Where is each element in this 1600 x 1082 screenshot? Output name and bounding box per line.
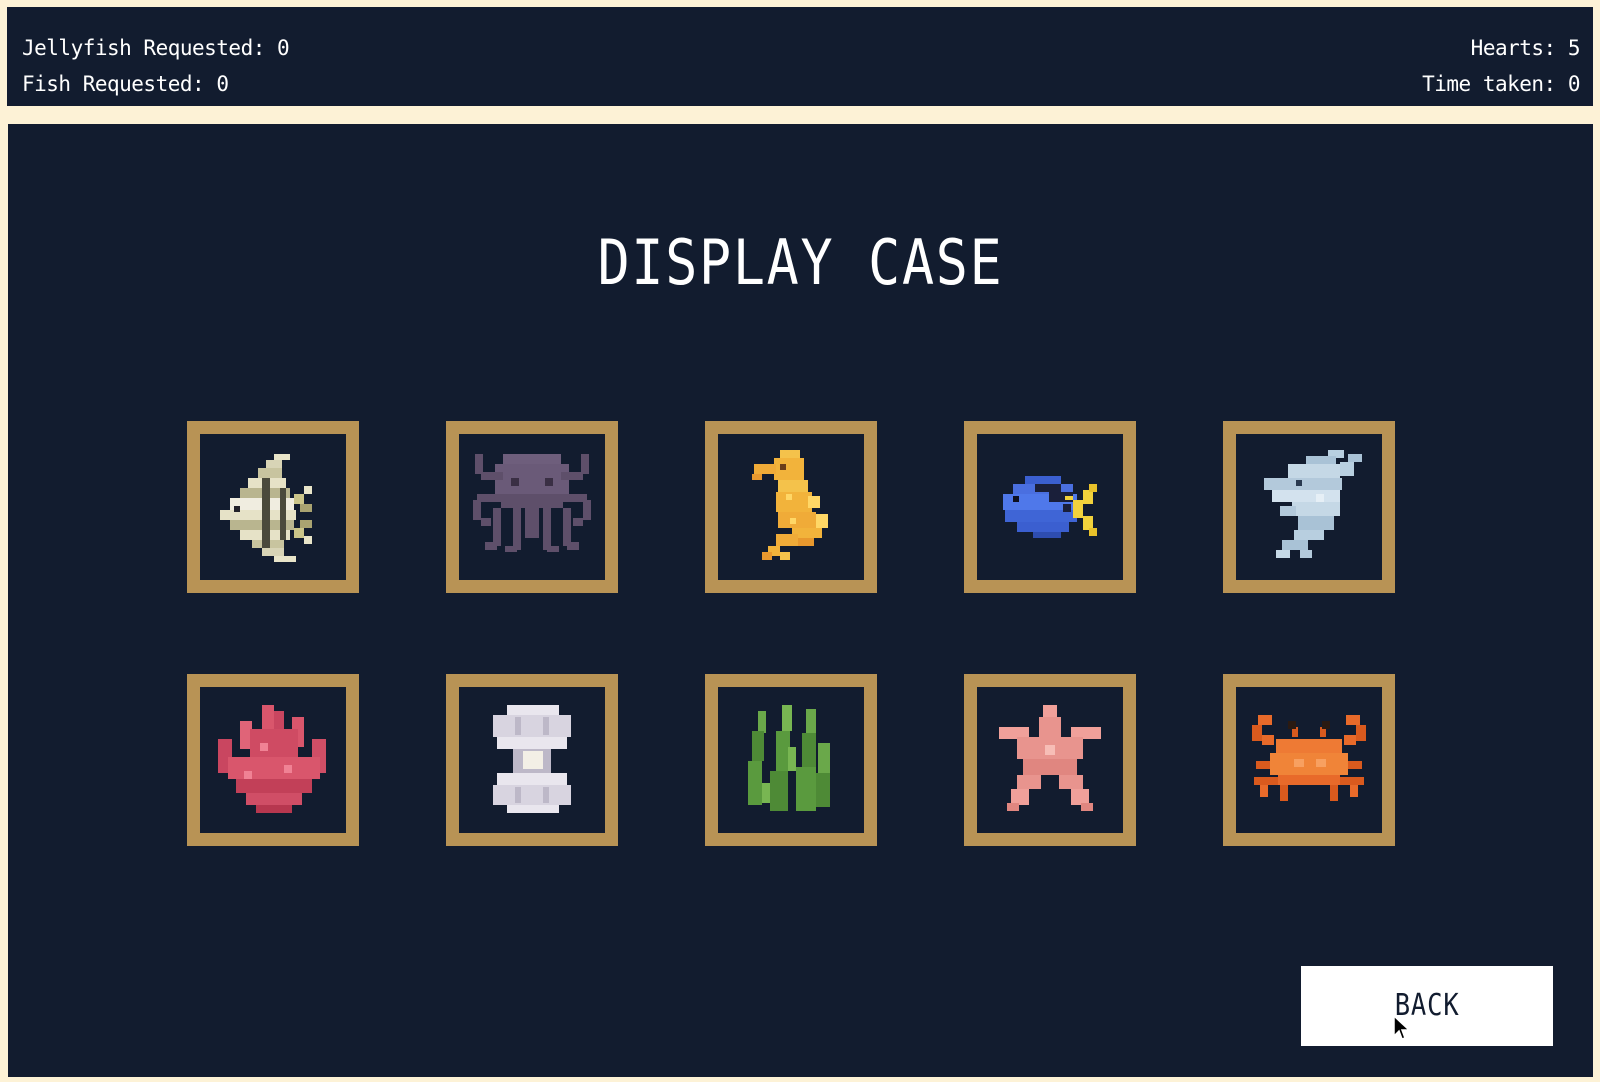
angelfish-icon (220, 454, 312, 562)
back-button[interactable]: BACK (1301, 966, 1553, 1046)
hearts-label: Hearts: (1470, 36, 1557, 60)
octopus-icon (473, 454, 591, 552)
display-slot-seaweed[interactable] (705, 674, 877, 846)
fish-requested-value: 0 (216, 72, 229, 96)
coral-icon (218, 705, 326, 813)
blue-tang-icon (1003, 476, 1097, 538)
time-taken-value: 0 (1567, 72, 1581, 96)
time-taken: Time taken: 0 (1422, 71, 1580, 97)
display-slot-clam-pearl[interactable] (446, 674, 618, 846)
crab-icon (1252, 715, 1366, 801)
display-slot-crab[interactable] (1223, 674, 1395, 846)
starfish-icon (999, 705, 1101, 811)
display-slot-blue-tang[interactable] (964, 421, 1136, 593)
display-slot-seahorse[interactable] (705, 421, 877, 593)
page-title: DISPLAY CASE (597, 226, 1004, 299)
mouse-cursor-icon (1393, 1015, 1411, 1040)
display-slot-octopus[interactable] (446, 421, 618, 593)
fish-requested: Fish Requested: 0 (22, 71, 229, 97)
fish-requested-label: Fish Requested: (22, 72, 205, 96)
time-taken-label: Time taken: (1422, 72, 1556, 96)
hud-bar: Jellyfish Requested: 0 Fish Requested: 0… (7, 7, 1593, 106)
jellyfish-requested-label: Jellyfish Requested: (22, 36, 265, 60)
display-slot-dolphin[interactable] (1223, 421, 1395, 593)
seaweed-icon (748, 705, 830, 811)
seahorse-icon (752, 450, 828, 560)
display-slot-coral[interactable] (187, 674, 359, 846)
display-slot-angelfish[interactable] (187, 421, 359, 593)
clam-pearl-icon (493, 705, 571, 813)
hearts-counter: Hearts: 5 (1470, 35, 1581, 61)
display-slot-starfish[interactable] (964, 674, 1136, 846)
jellyfish-requested-value: 0 (277, 36, 290, 60)
dolphin-icon (1264, 450, 1362, 558)
hearts-value: 5 (1567, 36, 1581, 60)
jellyfish-requested: Jellyfish Requested: 0 (22, 35, 290, 61)
display-case-panel: DISPLAY CASE (8, 124, 1593, 1077)
